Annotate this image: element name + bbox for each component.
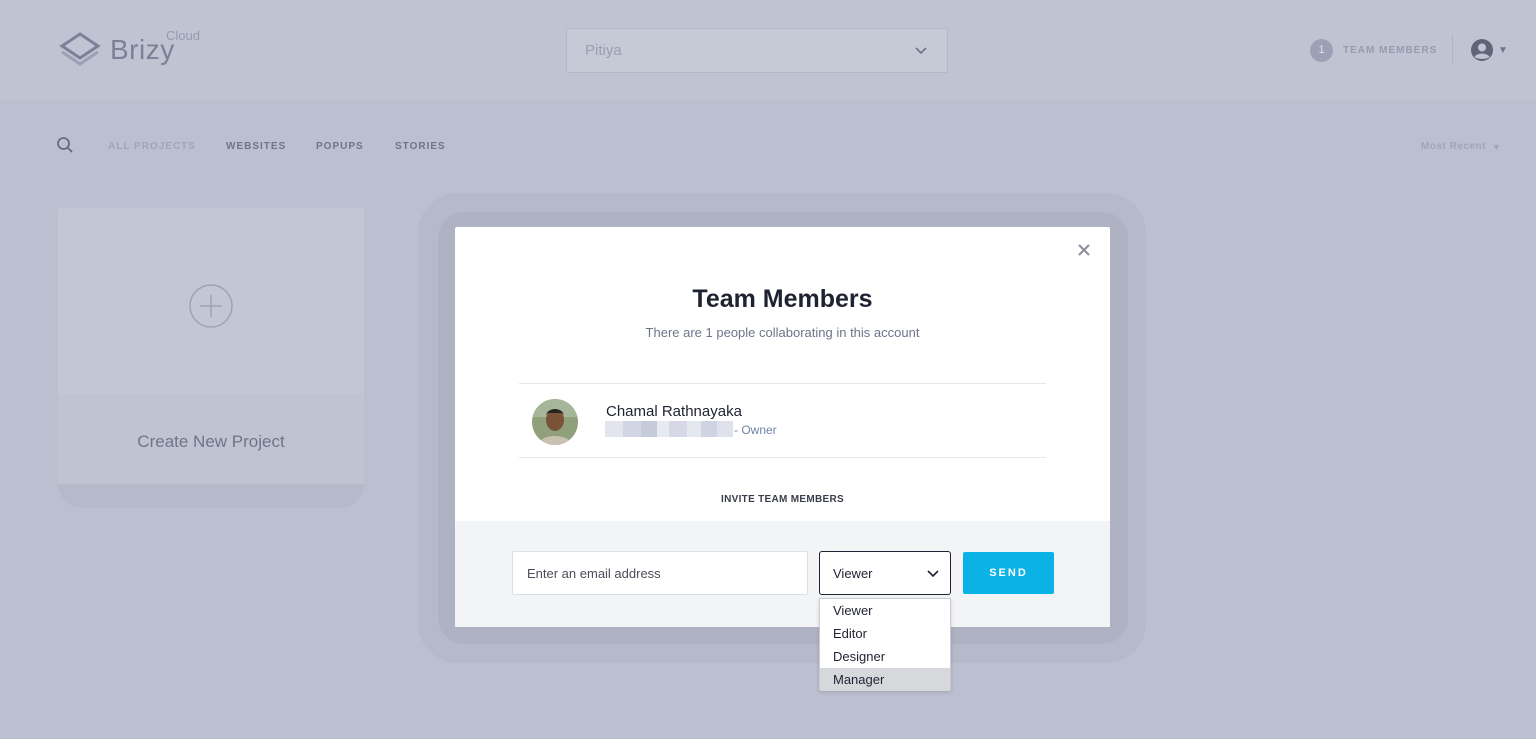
modal-subtitle: There are 1 people collaborating in this… xyxy=(645,325,920,340)
logo-subtext: Cloud xyxy=(166,28,200,43)
member-name: Chamal Rathnayaka xyxy=(606,403,742,420)
tab-all-projects[interactable]: ALL PROJECTS xyxy=(108,141,196,152)
role-dropdown-menu: Viewer Editor Designer Manager xyxy=(819,598,951,691)
create-project-label: Create New Project xyxy=(137,432,285,451)
role-select-value: Viewer xyxy=(833,565,873,581)
chevron-down-icon xyxy=(927,570,939,578)
user-avatar-icon xyxy=(1471,39,1493,61)
member-role: - Owner xyxy=(734,423,777,437)
avatar-photo-icon xyxy=(532,399,578,445)
divider xyxy=(519,457,1046,458)
project-selector-value: Pitiya xyxy=(585,42,622,59)
sort-dropdown[interactable]: Most Recent ▼ xyxy=(1421,141,1501,152)
role-option-designer[interactable]: Designer xyxy=(820,645,950,668)
send-button[interactable]: SEND xyxy=(963,552,1054,594)
team-count-badge: 1 xyxy=(1310,38,1333,62)
header-divider xyxy=(1452,35,1453,65)
invite-heading: INVITE TEAM MEMBERS xyxy=(721,494,844,505)
plus-circle-icon xyxy=(189,284,233,328)
role-option-viewer[interactable]: Viewer xyxy=(820,599,950,622)
email-input[interactable] xyxy=(512,551,808,595)
top-header: Brizy Cloud Pitiya 1 TEAM MEMBERS ▼ xyxy=(0,0,1536,100)
caret-down-icon: ▼ xyxy=(1491,141,1502,152)
member-avatar xyxy=(532,399,578,445)
team-members-label: TEAM MEMBERS xyxy=(1343,44,1438,56)
tab-websites[interactable]: WEBSITES xyxy=(226,141,286,152)
create-project-card[interactable]: Create New Project xyxy=(58,208,364,484)
project-selector[interactable]: Pitiya xyxy=(566,28,948,73)
search-icon[interactable] xyxy=(56,136,74,154)
brizy-logo-icon xyxy=(59,32,101,66)
team-members-link[interactable]: 1 TEAM MEMBERS xyxy=(1310,38,1437,62)
sort-label: Most Recent xyxy=(1421,141,1486,152)
account-menu[interactable]: ▼ xyxy=(1470,38,1508,62)
divider xyxy=(519,383,1046,384)
tab-popups[interactable]: POPUPS xyxy=(316,141,364,152)
team-members-modal: Team Members There are 1 people collabor… xyxy=(455,227,1110,627)
caret-down-icon: ▼ xyxy=(1498,44,1508,56)
role-select[interactable]: Viewer xyxy=(819,551,951,595)
role-option-editor[interactable]: Editor xyxy=(820,622,950,645)
close-icon[interactable] xyxy=(1075,241,1093,259)
member-email-redacted xyxy=(605,421,733,437)
tab-stories[interactable]: STORIES xyxy=(395,141,446,152)
modal-title: Team Members xyxy=(692,285,873,313)
role-option-manager[interactable]: Manager xyxy=(820,668,950,691)
invite-form: Viewer SEND xyxy=(455,521,1110,627)
chevron-down-icon xyxy=(915,47,927,55)
brizy-logo[interactable]: Brizy Cloud xyxy=(58,28,200,70)
